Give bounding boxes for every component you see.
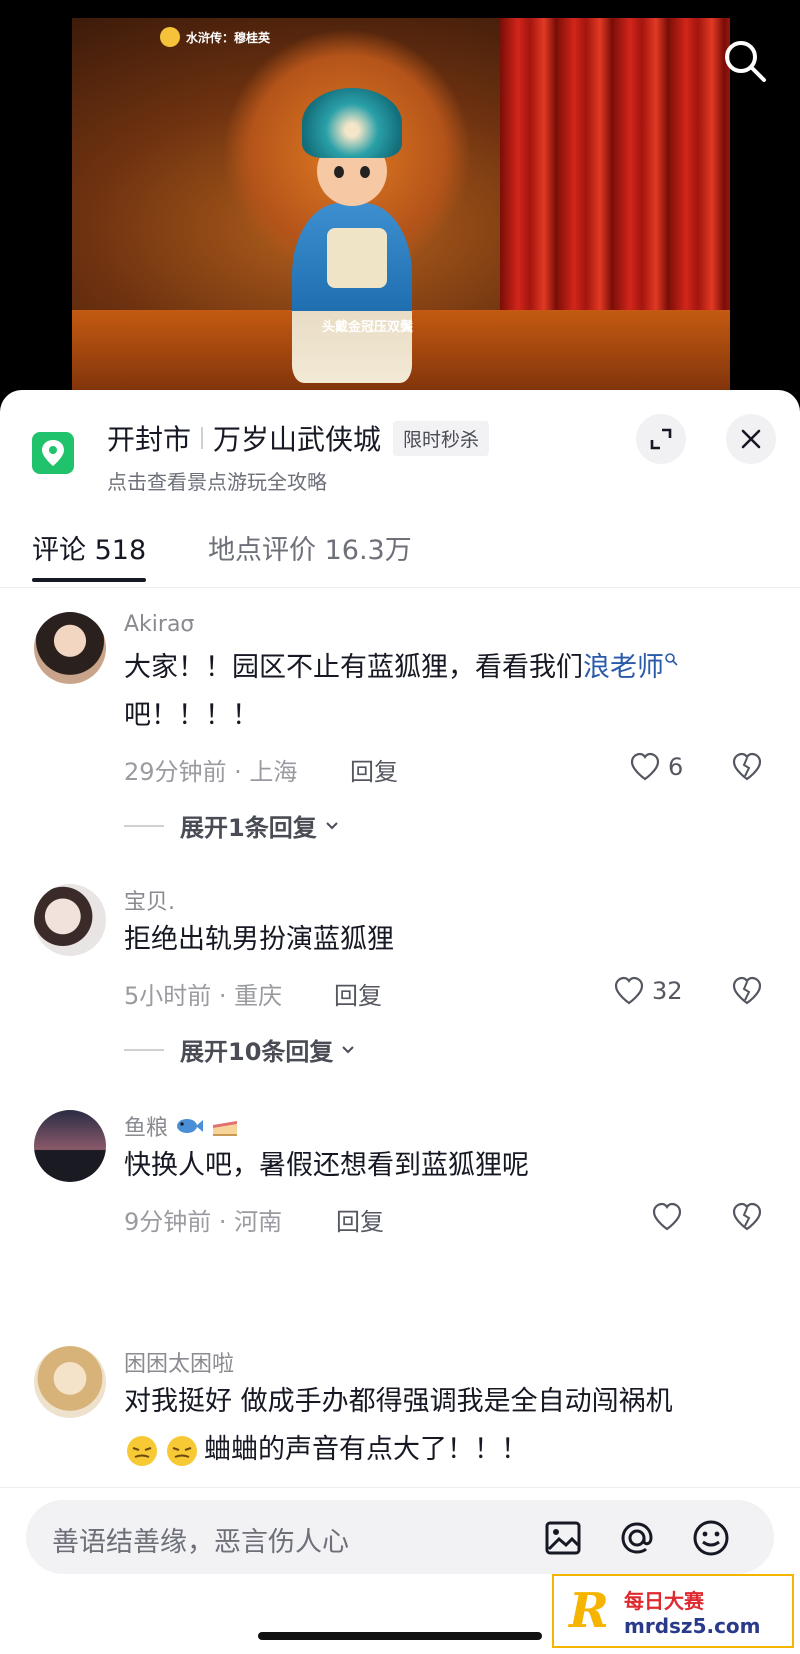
watermark-url: mrdsz5.com [624,1613,761,1638]
tab-bar: 评论 518 地点评价 16.3万 [0,506,800,588]
location-place: 万岁山武侠城 [213,423,382,456]
video-chip: 水浒传：穆桂英 [160,26,270,48]
comment-item: 困困太困啦 对我挺好 做成手办都得强调我是全自动闯祸机 蛐蛐的声音有点大了！！！ [0,1346,800,1486]
reply-button[interactable]: 回复 [336,1202,384,1237]
comment-meta: 9分钟前 · 河南 [124,1208,283,1236]
reply-button[interactable]: 回复 [350,752,398,787]
location-pin-icon [32,432,74,474]
avatar[interactable] [34,884,106,956]
squint-emoji-icon [167,1435,197,1466]
expand-replies-button[interactable]: 展开1条回复 [124,808,341,843]
image-button[interactable] [542,1517,584,1559]
watermark-text: 每日大赛 mrdsz5.com [624,1585,761,1638]
close-icon [741,429,761,449]
comment-text-main: 大家！！园区不止有蓝狐狸，看看我们 [124,652,583,683]
heart-icon [652,1202,682,1231]
like-button[interactable]: 32 [612,974,683,1008]
comment-username-text: 鱼粮 [124,1116,169,1141]
watermark-title: 每日大赛 [624,1588,704,1613]
divider-line [124,1048,164,1051]
like-button[interactable]: 6 [628,750,683,784]
squint-emoji-icon [127,1435,157,1466]
avatar[interactable] [34,1346,106,1418]
video-player[interactable]: 头戴金冠压双鬓 水浒传：穆桂英 [0,0,800,400]
dislike-button[interactable] [730,974,764,1008]
figure-crown [302,88,402,158]
like-count: 32 [652,977,683,1005]
site-watermark: R 每日大赛 mrdsz5.com [552,1574,794,1648]
expand-icon [650,428,672,450]
dislike-button[interactable] [730,750,764,784]
figure-sleeve [327,228,387,288]
location-title: 开封市 万岁山武侠城 限时秒杀 [107,418,490,458]
at-icon [621,1522,653,1554]
heart-icon [614,976,644,1005]
tab-place-reviews[interactable]: 地点评价 16.3万 [208,528,412,567]
smiley-icon [693,1520,729,1556]
like-button[interactable] [650,1200,690,1234]
location-card[interactable]: 开封市 万岁山武侠城 限时秒杀 点击查看景点游玩全攻略 [0,390,800,506]
figure-eye-right [360,166,370,178]
comment-text: 大家！！园区不止有蓝狐狸，看看我们浪老师 吧！！！！ [124,644,764,740]
cake-emoji-icon [213,1121,238,1136]
comment-meta: 5小时前 · 重庆 [124,982,283,1010]
comment-username[interactable]: 鱼粮 [124,1110,240,1142]
video-frame: 头戴金冠压双鬓 [72,18,730,400]
comment-text-tail: 吧！！！！ [124,700,259,731]
fish-emoji-icon [177,1119,204,1133]
expand-replies-label: 展开1条回复 [180,814,317,842]
laughing-emoji-icon [160,27,180,47]
avatar[interactable] [34,612,106,684]
comment-input[interactable]: 善语结善缘，恶言伤人心 [26,1500,774,1574]
comment-item: 鱼粮 快换人吧，暑假还想看到蓝狐狸呢 9分钟前 · 河南 回复 [0,1110,800,1250]
comment-username[interactable]: 宝贝. [124,884,175,916]
image-icon [545,1521,581,1555]
watermark-logo: R [569,1583,609,1639]
close-button[interactable] [726,414,776,464]
mention-button[interactable] [616,1517,658,1559]
comment-item: 宝贝. 拒绝出轨男扮演蓝狐狸 5小时前 · 重庆 回复 32 展开10条回复 [0,884,800,1084]
broken-heart-icon [732,976,762,1005]
flash-sale-badge: 限时秒杀 [393,420,490,456]
expand-button[interactable] [636,414,686,464]
divider-line [124,824,164,827]
dislike-button[interactable] [730,1200,764,1234]
avatar[interactable] [34,1110,106,1182]
location-city: 开封市 [107,423,192,456]
comment-text-line2: 蛐蛐的声音有点大了！！！ [204,1434,528,1465]
search-icon [725,41,766,82]
expand-replies-label: 展开10条回复 [180,1038,334,1066]
broken-heart-icon [732,752,762,781]
comment-text: 快换人吧，暑假还想看到蓝狐狸呢 [124,1150,529,1181]
reply-button[interactable]: 回复 [334,976,382,1011]
title-divider [201,427,204,449]
figure-eye-left [334,166,344,178]
comments-sheet: 开封市 万岁山武侠城 限时秒杀 点击查看景点游玩全攻略 评论 518 地点评价 … [0,390,800,1654]
video-caption: 头戴金冠压双鬓 [322,320,414,335]
expand-replies-button[interactable]: 展开10条回复 [124,1032,357,1067]
comment-item: Akiraσ 大家！！园区不止有蓝狐狸，看看我们浪老师 吧！！！！ 29分钟前 … [0,612,800,862]
mention-link[interactable]: 浪老师 [583,652,664,683]
heart-icon [630,752,660,781]
location-subtitle: 点击查看景点游玩全攻略 [107,470,327,494]
comment-text-line1: 对我挺好 做成手办都得强调我是全自动闯祸机 [124,1386,673,1417]
comment-username[interactable]: Akiraσ [124,612,194,637]
comment-meta: 29分钟前 · 上海 [124,758,298,786]
search-icon [665,653,678,666]
emoji-button[interactable] [690,1517,732,1559]
opera-figure [272,88,432,388]
tab-comments[interactable]: 评论 518 [32,528,146,567]
comment-text: 对我挺好 做成手办都得强调我是全自动闯祸机 蛐蛐的声音有点大了！！！ [124,1378,764,1474]
search-button[interactable] [722,38,768,84]
broken-heart-icon [732,1202,762,1231]
comment-username[interactable]: 困困太困啦 [124,1346,234,1378]
comment-input-placeholder: 善语结善缘，恶言伤人心 [52,1527,349,1558]
like-count: 6 [668,753,684,781]
video-chip-text: 水浒传：穆桂英 [186,30,271,45]
active-tab-indicator [32,578,146,582]
comment-text: 拒绝出轨男扮演蓝狐狸 [124,924,394,955]
home-indicator [258,1632,542,1640]
chevron-down-icon [325,821,338,829]
chevron-down-icon [342,1045,355,1053]
